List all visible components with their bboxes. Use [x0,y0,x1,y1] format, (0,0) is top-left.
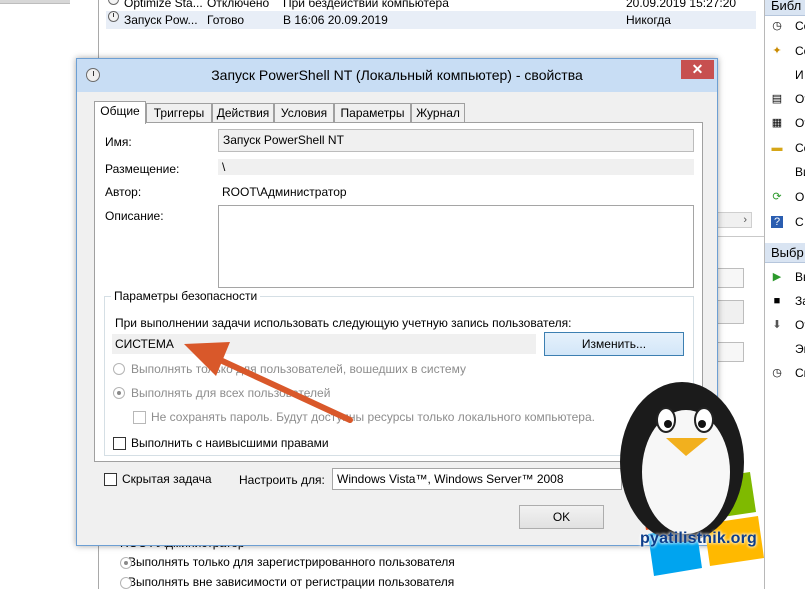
action-help[interactable]: ? С [765,210,805,234]
action-disable[interactable]: ⬇От [765,313,805,337]
action-run[interactable]: ▶Вы [765,265,805,289]
help-icon: ? [771,216,783,228]
location-label: Размещение: [105,162,180,176]
radio-row[interactable]: Выполнять вне зависимости от регистрации… [106,572,666,592]
create-task-icon: ◷ [772,20,782,32]
radio-label: Выполнять только для зарегистрированного… [128,555,455,569]
task-row-selected[interactable]: Запуск Pow... Готово В 16:06 20.09.2019 … [106,11,756,29]
account-prompt: При выполнении задачи использовать следу… [115,316,572,330]
radio-all-users[interactable] [120,577,132,589]
task-clock-icon [108,11,119,22]
radio-all-users[interactable] [113,387,125,399]
action-view[interactable]: Ви [765,160,805,184]
radio-logged-on-only[interactable] [113,363,125,375]
radio-all-users-label: Выполнять для всех пользователей [131,386,331,400]
left-console-pane [0,0,70,589]
tab-history[interactable]: Журнал [411,103,465,123]
security-group-title: Параметры безопасности [111,289,261,303]
scroll-right-icon[interactable]: › [743,213,747,227]
penguin-eye [694,407,714,433]
configure-for-label: Настроить для: [239,473,325,487]
name-field[interactable]: Запуск PowerShell NT [218,129,694,152]
author-value: ROOT\Администратор [222,185,347,199]
task-name: Запуск Pow... [124,13,198,27]
action-import[interactable]: И [765,63,805,87]
radio-logged-on[interactable] [120,557,132,569]
radio-label: Выполнять вне зависимости от регистрации… [128,575,455,589]
tab-conditions[interactable]: Условия [274,103,334,123]
disable-icon: ⬇ [772,319,782,331]
highest-privileges-checkbox[interactable] [113,437,126,450]
action-create-basic[interactable]: ✦Со [765,39,805,63]
refresh-icon: ⟳ [772,191,782,203]
horizontal-scrollbar[interactable]: › [712,212,752,228]
task-clock-icon [108,0,119,5]
action-history[interactable]: ▦От [765,111,805,135]
run-icon: ▶ [772,271,782,283]
logo-text: pyatilistnik.org [640,530,757,547]
task-trigger: В 16:06 20.09.2019 [283,13,388,27]
author-label: Автор: [105,185,142,199]
action-create-task[interactable]: ◷Со [765,14,805,38]
task-status: Готово [207,13,245,27]
tab-triggers[interactable]: Триггеры [146,103,212,123]
configure-for-select[interactable]: Windows Vista™, Windows Server™ 2008 [332,468,622,490]
penguin-eye [656,407,676,433]
action-end[interactable]: ■За [765,289,805,313]
display-running-icon: ▤ [771,93,783,105]
tab-general[interactable]: Общие [94,101,146,124]
folder-icon: ▬ [771,142,783,154]
action-export[interactable]: Эк [765,337,805,361]
radio-logged-on-label: Выполнять только для пользователей, воше… [131,362,466,376]
action-refresh[interactable]: ⟳ О [765,185,805,209]
end-icon: ■ [773,295,781,307]
name-label: Имя: [105,135,132,149]
account-field: СИСТЕМА [112,334,536,354]
radio-row[interactable]: Выполнять только для зарегистрированного… [106,552,666,572]
highest-privileges-label: Выполнить с наивысшими правами [131,436,329,450]
task-next-run: Никогда [626,13,671,27]
create-basic-icon: ✦ [772,45,782,57]
description-label: Описание: [105,209,164,223]
penguin-pupil [698,420,706,428]
penguin-pupil [664,420,672,428]
tab-settings[interactable]: Параметры [334,103,411,123]
description-textarea[interactable] [218,205,694,288]
dialog-titlebar[interactable]: Запуск PowerShell NT (Локальный компьюте… [77,59,717,92]
dialog-title: Запуск PowerShell NT (Локальный компьюте… [211,67,583,83]
location-field[interactable]: \ [218,159,694,175]
action-new-folder[interactable]: ▬Со [765,136,805,160]
background-security-section: ROOT\Администратор Выполнять только для … [106,538,666,592]
hidden-task-checkbox[interactable] [104,473,117,486]
penguin-belly [642,410,730,534]
no-password-label: Не сохранять пароль. Будут доступны ресу… [151,410,595,424]
ok-button[interactable]: OK [519,505,604,529]
close-button[interactable]: ✕ [681,60,714,79]
left-pane-bar [0,0,70,4]
no-password-checkbox[interactable] [133,411,146,424]
change-user-button[interactable]: Изменить... [544,332,684,356]
action-display-running[interactable]: ▤От [765,87,805,111]
history-icon: ▦ [771,117,783,129]
hidden-task-label: Скрытая задача [122,472,212,486]
site-logo [620,382,764,576]
tab-actions[interactable]: Действия [212,103,274,123]
actions-header-selected: Выбр [765,243,805,263]
